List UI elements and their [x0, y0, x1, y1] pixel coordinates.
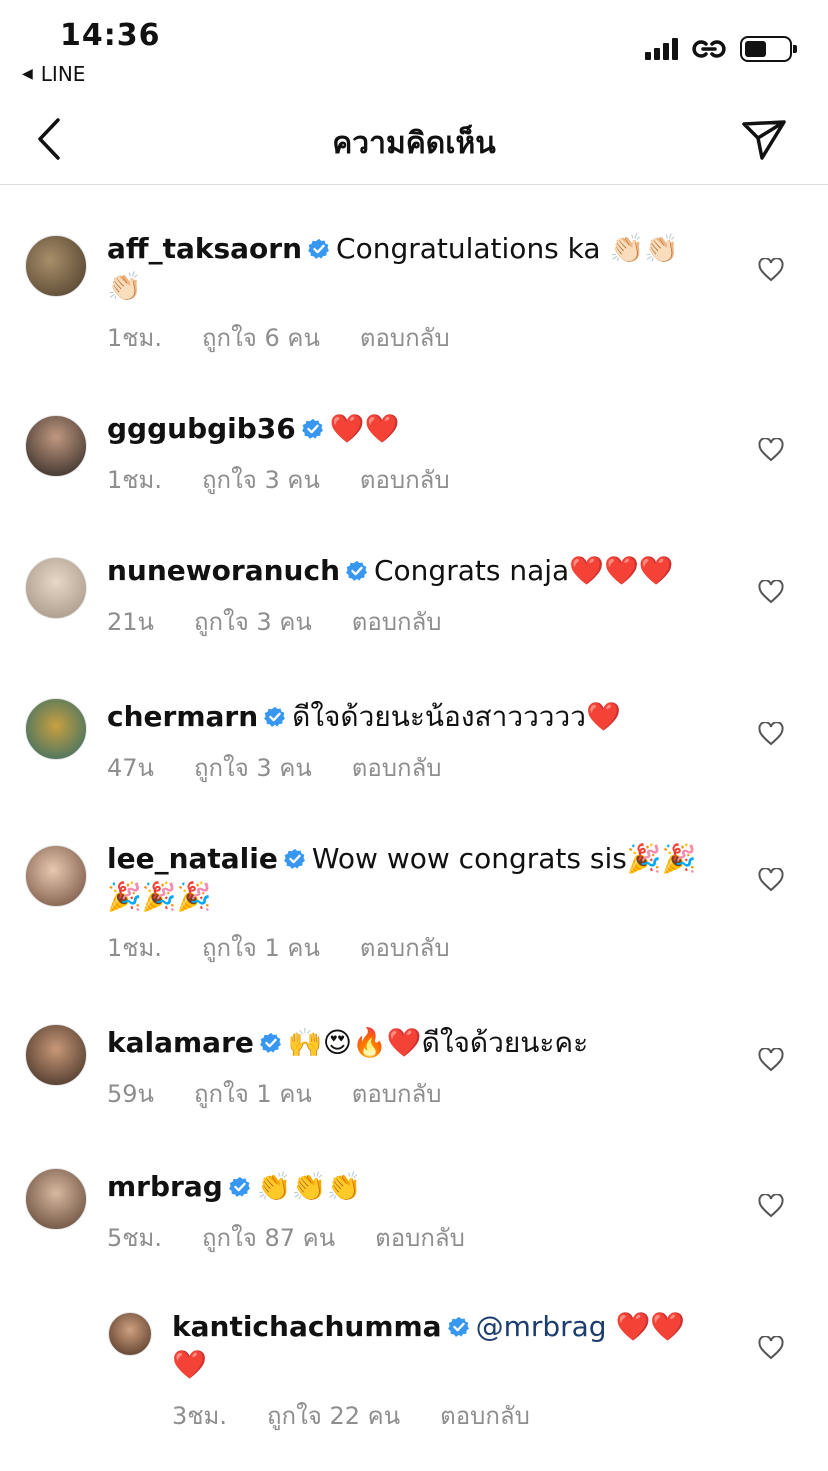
comment-meta: 1ชม. ถูกใจ 6 คน ตอบกลับ: [107, 318, 708, 357]
reply-button[interactable]: ตอบกลับ: [352, 748, 442, 787]
comment-time: 1ชม.: [107, 324, 163, 352]
comment-username[interactable]: gggubgib36: [107, 412, 296, 445]
verified-badge-icon: [283, 848, 305, 869]
verified-badge-icon: [447, 1316, 469, 1337]
comment-likes[interactable]: ถูกใจ 1 คน: [202, 928, 320, 967]
avatar[interactable]: [25, 415, 87, 477]
avatar[interactable]: [25, 698, 87, 760]
comment-meta: 1ชม. ถูกใจ 1 คน ตอบกลับ: [107, 928, 708, 967]
status-time: 14:36: [60, 18, 161, 53]
verified-badge-icon: [301, 418, 323, 439]
comment-text: gggubgib36 ❤️❤️: [107, 410, 708, 448]
comment-username[interactable]: kantichachumma: [172, 1310, 442, 1343]
avatar[interactable]: [25, 1024, 87, 1086]
comment-username[interactable]: aff_taksaorn: [107, 232, 302, 265]
reply-button[interactable]: ตอบกลับ: [375, 1218, 465, 1257]
heart-icon[interactable]: [758, 580, 784, 604]
comment-username[interactable]: chermarn: [107, 700, 258, 733]
comment-likes[interactable]: ถูกใจ 1 คน: [194, 1074, 312, 1113]
heart-icon[interactable]: [758, 1194, 784, 1218]
send-icon[interactable]: [740, 116, 788, 164]
comment-time: 1ชม.: [107, 934, 163, 962]
avatar[interactable]: [25, 845, 87, 907]
comment-text: kalamare 🙌😍🔥❤️ดีใจด้วยนะคะ: [107, 1024, 708, 1062]
comment-meta: 1ชม. ถูกใจ 3 คน ตอบกลับ: [107, 460, 708, 499]
verified-badge-icon: [346, 560, 367, 581]
comment-time: 5ชม.: [107, 1224, 163, 1252]
comment-content: 🙌😍🔥❤️ดีใจด้วยนะคะ: [287, 1026, 589, 1059]
comment-username[interactable]: kalamare: [107, 1026, 254, 1059]
comment-text: chermarn ดีใจด้วยนะน้องสาววววว❤️: [107, 698, 708, 736]
comment-username[interactable]: nuneworanuch: [107, 554, 340, 587]
comment-likes[interactable]: ถูกใจ 3 คน: [194, 748, 312, 787]
comment-content: ดีใจด้วยนะน้องสาววววว❤️: [292, 700, 621, 733]
comment-username[interactable]: mrbrag: [107, 1170, 223, 1203]
comments-header: ความคิดเห็น: [0, 100, 828, 185]
reply-button[interactable]: ตอบกลับ: [360, 318, 450, 357]
comment-text: nuneworanuch Congrats naja❤️❤️❤️: [107, 552, 708, 590]
signal-icon: [645, 38, 678, 60]
comment-content: 👏👏👏: [256, 1170, 362, 1203]
comment-meta: 3ชม. ถูกใจ 22 คน ตอบกลับ: [172, 1396, 708, 1435]
verified-badge-icon: [264, 706, 286, 727]
comment-text: lee_natalie Wow wow congrats sis🎉🎉🎉🎉🎉: [107, 840, 708, 916]
comment-text: aff_taksaorn Congratulations ka 👏🏻👏🏻👏🏻: [107, 230, 708, 306]
comment-time: 1ชม.: [107, 466, 163, 494]
comment-text: mrbrag 👏👏👏: [107, 1168, 708, 1206]
back-to-app-link[interactable]: ◀ LINE: [22, 62, 85, 86]
reply-button[interactable]: ตอบกลับ: [440, 1396, 530, 1435]
avatar[interactable]: [108, 1312, 152, 1356]
heart-icon[interactable]: [758, 438, 784, 462]
comment-meta: 5ชม. ถูกใจ 87 คน ตอบกลับ: [107, 1218, 708, 1257]
reply-button[interactable]: ตอบกลับ: [360, 928, 450, 967]
comment-content: ❤️❤️: [329, 412, 400, 445]
status-icons: [645, 36, 797, 62]
comment-meta: 47น ถูกใจ 3 คน ตอบกลับ: [107, 748, 708, 787]
comment-time: 3ชม.: [172, 1402, 228, 1430]
verified-badge-icon: [308, 238, 330, 259]
comment-likes[interactable]: ถูกใจ 6 คน: [202, 318, 320, 357]
comment-username[interactable]: lee_natalie: [107, 842, 278, 875]
heart-icon[interactable]: [758, 722, 784, 746]
comment-likes[interactable]: ถูกใจ 3 คน: [202, 460, 320, 499]
comment-likes[interactable]: ถูกใจ 22 คน: [267, 1396, 400, 1435]
page-title: ความคิดเห็น: [332, 126, 496, 161]
comment-content: Congrats naja❤️❤️❤️: [374, 554, 674, 587]
comment-time: 21น: [107, 608, 154, 636]
comment-text: kantichachumma @mrbrag ❤️❤️❤️: [172, 1308, 708, 1384]
heart-icon[interactable]: [758, 258, 784, 282]
back-triangle-icon: ◀: [22, 66, 33, 82]
reply-button[interactable]: ตอบกลับ: [352, 602, 442, 641]
comment-time: 47น: [107, 754, 154, 782]
verified-badge-icon: [259, 1032, 281, 1053]
comment-likes[interactable]: ถูกใจ 87 คน: [202, 1218, 335, 1257]
verified-badge-icon: [228, 1176, 250, 1197]
reply-button[interactable]: ตอบกลับ: [352, 1074, 442, 1113]
battery-icon: [740, 36, 797, 62]
back-app-label: LINE: [40, 62, 86, 86]
heart-icon[interactable]: [758, 868, 784, 892]
heart-icon[interactable]: [758, 1336, 784, 1360]
avatar[interactable]: [25, 557, 87, 619]
comment-meta: 21น ถูกใจ 3 คน ตอบกลับ: [107, 602, 708, 641]
heart-icon[interactable]: [758, 1048, 784, 1072]
avatar[interactable]: [25, 1168, 87, 1230]
comment-likes[interactable]: ถูกใจ 3 คน: [194, 602, 312, 641]
reply-button[interactable]: ตอบกลับ: [360, 460, 450, 499]
avatar[interactable]: [25, 235, 87, 297]
status-bar: 14:36 ◀ LINE: [0, 0, 828, 100]
comment-meta: 59น ถูกใจ 1 คน ตอบกลับ: [107, 1074, 708, 1113]
mention-link[interactable]: @mrbrag: [476, 1310, 607, 1343]
link-icon: [692, 40, 726, 58]
comment-time: 59น: [107, 1080, 154, 1108]
